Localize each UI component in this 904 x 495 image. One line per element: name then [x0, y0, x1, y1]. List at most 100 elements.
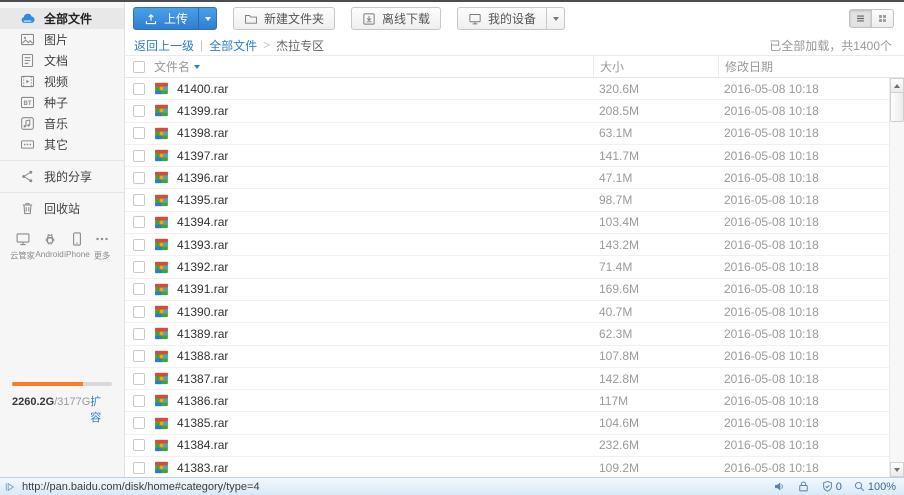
- sidebar-item-music[interactable]: 音乐: [0, 113, 124, 134]
- file-name-link[interactable]: 41392.rar: [177, 260, 593, 274]
- file-name-link[interactable]: 41400.rar: [177, 82, 593, 96]
- file-name-link[interactable]: 41386.rar: [177, 394, 593, 408]
- row-checkbox[interactable]: [133, 83, 145, 95]
- row-checkbox[interactable]: [133, 127, 145, 139]
- file-name-link[interactable]: 41384.rar: [177, 438, 593, 452]
- table-row[interactable]: 41399.rar208.5M2016-05-08 10:18: [125, 100, 904, 122]
- row-checkbox[interactable]: [133, 439, 145, 451]
- sort-desc-icon[interactable]: [194, 65, 200, 69]
- breadcrumb-back-link[interactable]: 返回上一级: [134, 37, 194, 54]
- table-row[interactable]: 41383.rar109.2M2016-05-08 10:18: [125, 457, 904, 477]
- row-checkbox[interactable]: [133, 172, 145, 184]
- table-row[interactable]: 41396.rar47.1M2016-05-08 10:18: [125, 167, 904, 189]
- table-row[interactable]: 41390.rar40.7M2016-05-08 10:18: [125, 301, 904, 323]
- row-checkbox[interactable]: [133, 462, 145, 474]
- file-date: 2016-05-08 10:18: [718, 171, 904, 185]
- table-row[interactable]: 41393.rar143.2M2016-05-08 10:18: [125, 234, 904, 256]
- column-header-name[interactable]: 文件名: [154, 58, 190, 75]
- scroll-down-button[interactable]: [890, 462, 904, 477]
- file-name-link[interactable]: 41387.rar: [177, 372, 593, 386]
- security-control[interactable]: [797, 480, 810, 493]
- scroll-up-button[interactable]: [890, 78, 904, 93]
- scrollbar-thumb[interactable]: [890, 92, 904, 122]
- table-row[interactable]: 41384.rar232.6M2016-05-08 10:18: [125, 435, 904, 457]
- my-devices-dropdown-button[interactable]: [546, 8, 564, 29]
- file-name-link[interactable]: 41390.rar: [177, 305, 593, 319]
- table-row[interactable]: 41386.rar117M2016-05-08 10:18: [125, 390, 904, 412]
- table-row[interactable]: 41388.rar107.8M2016-05-08 10:18: [125, 346, 904, 368]
- file-name-link[interactable]: 41383.rar: [177, 461, 593, 475]
- column-header-size[interactable]: 大小: [593, 56, 718, 77]
- table-row[interactable]: 41387.rar142.8M2016-05-08 10:18: [125, 368, 904, 390]
- row-checkbox[interactable]: [133, 417, 145, 429]
- file-name-link[interactable]: 41398.rar: [177, 126, 593, 140]
- device-android[interactable]: Android: [35, 231, 64, 262]
- table-row[interactable]: 41385.rar104.6M2016-05-08 10:18: [125, 412, 904, 434]
- file-name-link[interactable]: 41389.rar: [177, 327, 593, 341]
- file-name-link[interactable]: 41396.rar: [177, 171, 593, 185]
- row-checkbox[interactable]: [133, 105, 145, 117]
- row-checkbox[interactable]: [133, 239, 145, 251]
- sidebar-item-label: 其它: [44, 136, 68, 153]
- sidebar-item-videos[interactable]: 视频: [0, 71, 124, 92]
- row-checkbox[interactable]: [133, 373, 145, 385]
- ad-block-control[interactable]: 0: [821, 480, 842, 493]
- other-icon: [19, 137, 35, 153]
- trash-icon: [19, 201, 35, 217]
- device-label: 更多: [94, 250, 111, 262]
- file-name-link[interactable]: 41397.rar: [177, 149, 593, 163]
- file-name-link[interactable]: 41399.rar: [177, 104, 593, 118]
- file-name-link[interactable]: 41393.rar: [177, 238, 593, 252]
- file-name-link[interactable]: 41388.rar: [177, 349, 593, 363]
- file-date: 2016-05-08 10:18: [718, 126, 904, 140]
- new-folder-button[interactable]: 新建文件夹: [233, 7, 335, 30]
- sound-control[interactable]: [773, 480, 786, 493]
- upload-dropdown-button[interactable]: [198, 8, 216, 29]
- sidebar-item-other[interactable]: 其它: [0, 134, 124, 155]
- table-row[interactable]: 41394.rar103.4M2016-05-08 10:18: [125, 212, 904, 234]
- column-header-date[interactable]: 修改日期: [718, 56, 904, 77]
- row-checkbox[interactable]: [133, 150, 145, 162]
- table-row[interactable]: 41389.rar62.3M2016-05-08 10:18: [125, 323, 904, 345]
- list-view-icon: [855, 13, 866, 24]
- device-more[interactable]: 更多: [90, 231, 114, 262]
- device-iphone[interactable]: iPhone: [64, 231, 90, 262]
- sidebar-item-bt[interactable]: BT种子: [0, 92, 124, 113]
- row-checkbox[interactable]: [133, 328, 145, 340]
- upload-button[interactable]: 上传: [133, 7, 217, 30]
- sidebar-item-recycle-bin[interactable]: 回收站: [0, 198, 124, 219]
- sidebar-item-all-files[interactable]: 全部文件: [0, 8, 124, 29]
- select-all-checkbox[interactable]: [133, 61, 145, 73]
- sidebar-item-my-share[interactable]: 我的分享: [0, 166, 124, 187]
- table-row[interactable]: 41395.rar98.7M2016-05-08 10:18: [125, 189, 904, 211]
- row-checkbox[interactable]: [133, 283, 145, 295]
- offline-download-button[interactable]: 离线下载: [351, 7, 441, 30]
- table-row[interactable]: 41400.rar320.6M2016-05-08 10:18: [125, 78, 904, 100]
- grid-view-button[interactable]: [871, 9, 894, 28]
- scrollbar[interactable]: [889, 78, 904, 477]
- row-checkbox[interactable]: [133, 306, 145, 318]
- zoom-control[interactable]: 100%: [853, 480, 896, 493]
- file-name-link[interactable]: 41391.rar: [177, 282, 593, 296]
- my-devices-button[interactable]: 我的设备: [457, 7, 565, 30]
- row-checkbox[interactable]: [133, 395, 145, 407]
- breadcrumb-root-link[interactable]: 全部文件: [209, 37, 257, 54]
- file-name-link[interactable]: 41394.rar: [177, 215, 593, 229]
- table-row[interactable]: 41392.rar71.4M2016-05-08 10:18: [125, 256, 904, 278]
- table-row[interactable]: 41391.rar169.6M2016-05-08 10:18: [125, 279, 904, 301]
- file-name-link[interactable]: 41385.rar: [177, 416, 593, 430]
- device-cloud-manager[interactable]: 云管家: [10, 231, 35, 262]
- svg-text:BT: BT: [23, 100, 31, 107]
- sidebar-item-docs[interactable]: 文档: [0, 50, 124, 71]
- archive-file-icon: [154, 260, 169, 275]
- row-checkbox[interactable]: [133, 261, 145, 273]
- row-checkbox[interactable]: [133, 216, 145, 228]
- sidebar-item-images[interactable]: 图片: [0, 29, 124, 50]
- row-checkbox[interactable]: [133, 194, 145, 206]
- row-checkbox[interactable]: [133, 350, 145, 362]
- expand-storage-link[interactable]: 扩容: [90, 393, 112, 425]
- table-row[interactable]: 41397.rar141.7M2016-05-08 10:18: [125, 145, 904, 167]
- file-name-link[interactable]: 41395.rar: [177, 193, 593, 207]
- list-view-button[interactable]: [849, 9, 872, 28]
- table-row[interactable]: 41398.rar63.1M2016-05-08 10:18: [125, 123, 904, 145]
